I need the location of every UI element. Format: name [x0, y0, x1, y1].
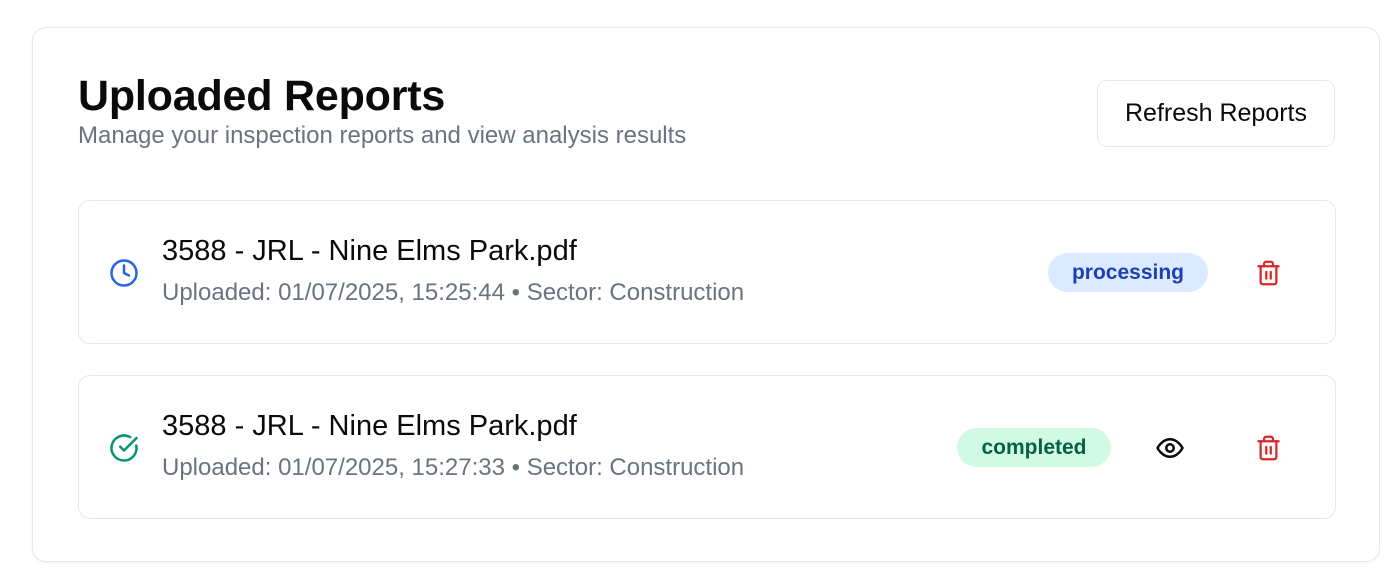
report-meta: Uploaded: 01/07/2025, 15:27:33 • Sector:… — [162, 454, 745, 481]
report-item[interactable]: 3588 - JRL - Nine Elms Park.pdf Uploaded… — [78, 200, 1336, 344]
view-report-button[interactable] — [1150, 428, 1190, 468]
delete-report-button[interactable] — [1248, 428, 1288, 468]
clock-icon — [109, 258, 139, 288]
page-subtitle: Manage your inspection reports and view … — [78, 122, 687, 149]
refresh-reports-button[interactable]: Refresh Reports — [1097, 80, 1335, 147]
trash-icon — [1255, 258, 1282, 288]
status-badge: processing — [1048, 253, 1208, 292]
report-file-name: 3588 - JRL - Nine Elms Park.pdf — [162, 235, 577, 267]
delete-report-button[interactable] — [1248, 253, 1288, 293]
trash-icon — [1255, 433, 1282, 463]
eye-icon — [1155, 433, 1185, 463]
report-file-name: 3588 - JRL - Nine Elms Park.pdf — [162, 410, 577, 442]
check-circle-icon — [109, 433, 139, 463]
report-item[interactable]: 3588 - JRL - Nine Elms Park.pdf Uploaded… — [78, 375, 1336, 519]
report-meta: Uploaded: 01/07/2025, 15:25:44 • Sector:… — [162, 279, 745, 306]
status-badge: completed — [957, 428, 1111, 467]
page-title: Uploaded Reports — [78, 72, 446, 120]
uploaded-reports-card: Uploaded Reports Manage your inspection … — [32, 27, 1380, 562]
